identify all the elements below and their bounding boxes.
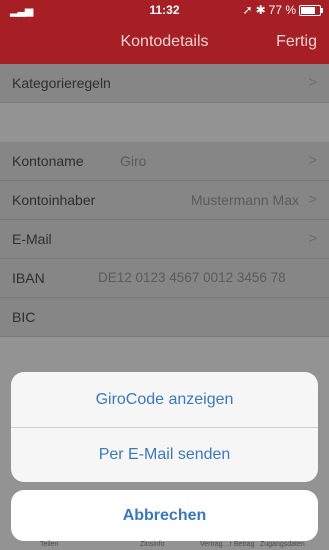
- send-email-button[interactable]: Per E-Mail senden: [11, 427, 318, 482]
- tab-zinsinfo[interactable]: Zinsinfo: [140, 541, 165, 548]
- done-button[interactable]: Fertig: [276, 33, 317, 51]
- row-label: Kategorieregeln: [12, 75, 111, 91]
- section-gap: [0, 103, 329, 142]
- status-right: ➚ ✱ 77 %: [242, 3, 323, 17]
- row-value: Mustermann Max: [190, 192, 299, 208]
- row-value: Giro: [120, 153, 147, 169]
- row-label: E-Mail: [12, 231, 52, 247]
- navigation-bar: Kontodetails Fertig: [0, 20, 329, 64]
- chevron-right-icon: >: [308, 230, 317, 247]
- battery-icon: [299, 4, 323, 16]
- row-kontoname[interactable]: Kontoname Giro >: [0, 142, 329, 181]
- row-label: Kontoname: [12, 153, 84, 169]
- row-kategorieregeln[interactable]: Kategorieregeln >: [0, 64, 329, 103]
- row-iban: IBAN DE12 0123 4567 0012 3456 78: [0, 259, 329, 298]
- tab-bar: Teilen Zinsinfo Vertrag…r Betrag Zugangs…: [0, 540, 329, 550]
- location-icon: ➚: [242, 3, 253, 17]
- row-bic: BIC: [0, 298, 329, 337]
- chevron-right-icon: >: [308, 152, 317, 169]
- battery-percent: 77 %: [268, 3, 296, 17]
- tab-vertrag[interactable]: Vertrag…r Betrag: [200, 541, 254, 548]
- status-bar: ▂▃▅ 11:32 ➚ ✱ 77 %: [0, 0, 329, 20]
- tab-zugangsdaten[interactable]: Zugangsdaten: [260, 541, 305, 548]
- row-label: Kontoinhaber: [12, 192, 96, 208]
- row-label: IBAN: [12, 270, 45, 286]
- chevron-right-icon: >: [308, 191, 317, 208]
- bluetooth-icon: ✱: [255, 3, 266, 17]
- chevron-right-icon: >: [308, 74, 317, 91]
- action-sheet: GiroCode anzeigen Per E-Mail senden: [11, 372, 318, 482]
- tab-teilen[interactable]: Teilen: [40, 541, 58, 548]
- show-girocode-button[interactable]: GiroCode anzeigen: [11, 372, 318, 427]
- row-email[interactable]: E-Mail >: [0, 220, 329, 259]
- row-kontoinhaber[interactable]: Kontoinhaber Mustermann Max >: [0, 181, 329, 220]
- row-label: BIC: [12, 309, 36, 325]
- row-value: DE12 0123 4567 0012 3456 78: [98, 270, 286, 285]
- cancel-button[interactable]: Abbrechen: [11, 490, 318, 541]
